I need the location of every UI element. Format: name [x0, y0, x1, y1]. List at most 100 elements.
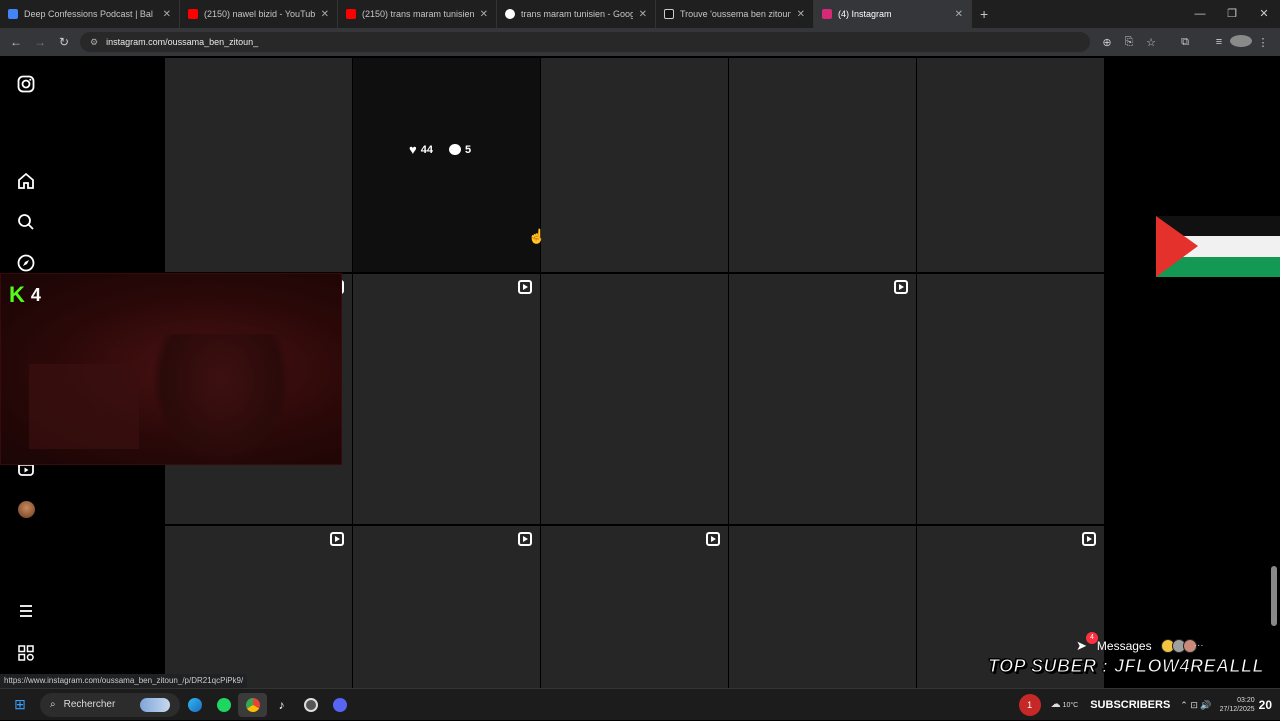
- post-thumbnail[interactable]: [729, 274, 916, 524]
- tab-close-icon[interactable]: ✕: [480, 9, 488, 20]
- clock[interactable]: 03:20 27/12/2025: [1220, 696, 1255, 714]
- clock-date: 27/12/2025: [1219, 706, 1255, 713]
- subscribers-label: SUBSCRIBERS: [1090, 699, 1171, 711]
- windows-start-icon[interactable]: ⊞: [0, 696, 40, 713]
- back-icon[interactable]: ←: [4, 35, 28, 49]
- maximize-icon[interactable]: ❐: [1216, 0, 1248, 28]
- browser-tab[interactable]: trans maram tunisien - Google ✕: [497, 0, 656, 28]
- tab-title: (2150) nawel bizid - YouTube: [204, 9, 315, 19]
- instagram-logo-icon[interactable]: [14, 72, 38, 96]
- instagram-page: ♥ 44 5 K 4 ☝ ➤ 4 Messages ··· TOP SUBER …: [0, 56, 1280, 688]
- post-thumbnail[interactable]: [541, 526, 728, 688]
- webcam-person: [151, 334, 291, 466]
- toolbar-icons: ⊕ ⎘ ☆ ⧉ ≡ ⋮: [1096, 28, 1274, 56]
- explore-icon[interactable]: [14, 251, 38, 275]
- google-icon: [505, 9, 515, 19]
- media-icon[interactable]: ≡: [1208, 36, 1230, 48]
- site-info-icon[interactable]: ⚙: [90, 37, 98, 48]
- post-stats: ♥ 44 5: [409, 142, 471, 157]
- obs-icon[interactable]: [296, 693, 325, 717]
- post-thumbnail[interactable]: [917, 58, 1104, 272]
- tab-title: (2150) trans maram tunisien - Y: [362, 9, 474, 19]
- new-tab-button[interactable]: +: [980, 6, 988, 22]
- post-thumbnail[interactable]: [541, 58, 728, 272]
- message-avatars: ···: [1160, 639, 1208, 653]
- comment-icon: [448, 144, 461, 155]
- menu-icon[interactable]: ⋮: [1252, 36, 1274, 49]
- cloud-icon: ☁: [1050, 699, 1061, 710]
- forward-icon[interactable]: →: [28, 35, 52, 49]
- reload-icon[interactable]: ↻: [52, 35, 76, 49]
- top-suber-banner: TOP SUBER : JFLOW4REALLL: [987, 656, 1265, 677]
- discord-icon[interactable]: [325, 693, 354, 717]
- tab-close-icon[interactable]: ✕: [321, 9, 329, 20]
- notification-badge[interactable]: 1: [1018, 694, 1041, 716]
- browser-tab[interactable]: Trouve 'oussema ben zitoun' su ✕: [656, 0, 814, 28]
- spotify-icon[interactable]: [209, 693, 238, 717]
- more-menu-icon[interactable]: [14, 599, 38, 623]
- post-thumbnail[interactable]: [353, 274, 540, 524]
- profile-avatar[interactable]: [1230, 34, 1252, 50]
- webcam-background-board: [29, 364, 139, 449]
- reel-icon: [330, 532, 344, 546]
- instagram-icon: [822, 9, 832, 19]
- url-text: instagram.com/oussama_ben_zitoun_: [106, 37, 259, 47]
- install-icon[interactable]: ⎘: [1118, 36, 1140, 49]
- tab-close-icon[interactable]: ✕: [797, 9, 805, 20]
- system-tray: 1 ☁ 10°C SUBSCRIBERS ⌃ ⊡ 🔊 03:20 27/12/2…: [1018, 689, 1272, 721]
- reel-icon: [894, 280, 908, 294]
- tab-title: (4) Instagram: [838, 9, 892, 19]
- chrome-icon[interactable]: [238, 692, 267, 717]
- zoom-icon[interactable]: ⊕: [1096, 36, 1118, 49]
- taskbar-search[interactable]: ⌕ Rechercher: [40, 692, 180, 717]
- post-thumbnail[interactable]: [165, 58, 352, 272]
- webcam-overlay: K 4: [0, 273, 342, 466]
- messages-badge: 4: [1086, 632, 1098, 644]
- tiktok-icon[interactable]: ♪: [267, 693, 296, 717]
- weather-widget[interactable]: ☁ 10°C: [1051, 700, 1079, 710]
- bookmark-star-icon[interactable]: ☆: [1140, 36, 1162, 49]
- url-field[interactable]: ⚙ instagram.com/oussama_ben_zitoun_: [80, 32, 1090, 52]
- home-icon[interactable]: [14, 169, 38, 193]
- post-thumbnail[interactable]: [353, 526, 540, 688]
- minimize-icon[interactable]: —: [1184, 0, 1216, 28]
- clock-time: 03:20: [1237, 697, 1255, 704]
- post-thumbnail[interactable]: [917, 274, 1104, 524]
- weather-temp: 10°C: [1062, 702, 1079, 709]
- browser-tab[interactable]: Deep Confessions Podcast | Bal ✕: [0, 0, 180, 28]
- messages-label: Messages: [1096, 639, 1152, 653]
- edge-icon[interactable]: [180, 693, 209, 717]
- link-status-bar: https://www.instagram.com/oussama_ben_zi…: [0, 674, 248, 688]
- post-thumbnail[interactable]: [729, 526, 916, 688]
- tab-close-icon[interactable]: ✕: [163, 9, 171, 20]
- comment-count: 5: [464, 143, 472, 156]
- search-icon[interactable]: [14, 210, 38, 234]
- search-icon: ⌕: [50, 699, 56, 710]
- search-highlight-image: [140, 697, 170, 712]
- tab-title: Deep Confessions Podcast | Bal: [24, 9, 153, 19]
- reel-icon: [518, 280, 532, 294]
- subscribers-count: 20: [1258, 698, 1272, 712]
- tab-strip: Deep Confessions Podcast | Bal ✕ (2150) …: [0, 0, 1280, 28]
- browser-tab[interactable]: (2150) trans maram tunisien - Y ✕: [338, 0, 497, 28]
- post-thumbnail[interactable]: [729, 58, 916, 272]
- post-thumbnail[interactable]: [541, 274, 728, 524]
- browser-tab-active[interactable]: (4) Instagram ✕: [814, 0, 972, 28]
- also-from-meta-icon[interactable]: [14, 641, 38, 665]
- browser-tab[interactable]: (2150) nawel bizid - YouTube ✕: [180, 0, 338, 28]
- tiktok-icon: [664, 9, 674, 19]
- scrollbar-thumb[interactable]: [1271, 566, 1277, 626]
- tab-close-icon[interactable]: ✕: [955, 9, 963, 20]
- post-thumbnail[interactable]: [165, 526, 352, 688]
- send-icon: ➤: [1076, 638, 1087, 653]
- windows-taskbar: ⊞ ⌕ Rechercher ♪ 1 ☁ 10°C SUBSCRIBERS ⌃ …: [0, 688, 1280, 720]
- page-scrollbar[interactable]: [1270, 56, 1278, 688]
- profile-avatar[interactable]: [14, 497, 38, 521]
- kick-count: 4: [30, 284, 41, 305]
- tab-close-icon[interactable]: ✕: [639, 9, 647, 20]
- close-window-icon[interactable]: ✕: [1248, 0, 1280, 28]
- reel-icon: [706, 532, 720, 546]
- post-thumbnail-hovered[interactable]: ♥ 44 5: [353, 58, 540, 272]
- tray-icons[interactable]: ⌃ ⊡ 🔊: [1180, 700, 1211, 711]
- extensions-icon[interactable]: ⧉: [1174, 36, 1196, 49]
